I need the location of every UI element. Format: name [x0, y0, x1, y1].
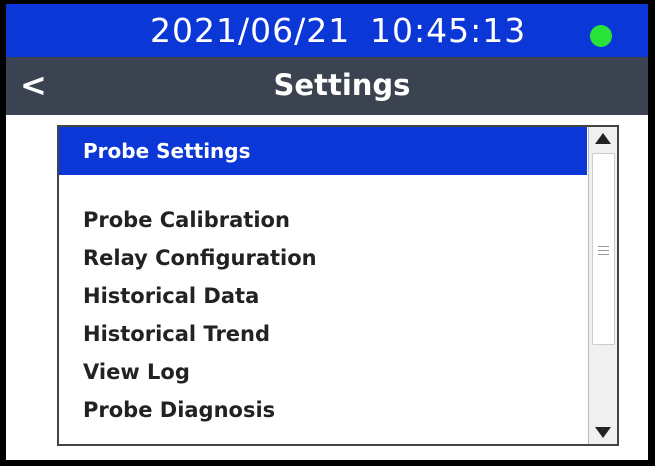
list-item-historical-data[interactable]: Historical Data	[83, 277, 317, 315]
status-date: 2021/06/21	[150, 11, 351, 50]
device-screen: 2021/06/21 10:45:13 < Settings Probe Set…	[6, 4, 648, 460]
title-bar: < Settings	[6, 57, 648, 115]
list-item-probe-diagnosis[interactable]: Probe Diagnosis	[83, 391, 317, 429]
list-header-probe-settings[interactable]: Probe Settings	[59, 127, 587, 175]
list-items: Probe Calibration Relay Configuration Hi…	[83, 201, 317, 429]
scroll-down-icon[interactable]	[589, 420, 617, 444]
scroll-up-icon[interactable]	[589, 127, 617, 151]
list-item-historical-trend[interactable]: Historical Trend	[83, 315, 317, 353]
settings-list: Probe Settings Probe Calibration Relay C…	[57, 125, 619, 446]
grip-line	[598, 246, 609, 247]
list-item-probe-calibration[interactable]: Probe Calibration	[83, 201, 317, 239]
status-bar: 2021/06/21 10:45:13	[6, 4, 648, 57]
page-title: Settings	[273, 68, 411, 102]
scrollbar-thumb[interactable]	[592, 153, 615, 345]
grip-line	[598, 250, 609, 251]
list-item-relay-configuration[interactable]: Relay Configuration	[83, 239, 317, 277]
list-item-view-log[interactable]: View Log	[83, 353, 317, 391]
status-time: 10:45:13	[370, 11, 527, 50]
scrollbar[interactable]	[588, 127, 617, 444]
grip-line	[598, 254, 609, 255]
status-indicator-icon	[590, 25, 612, 47]
